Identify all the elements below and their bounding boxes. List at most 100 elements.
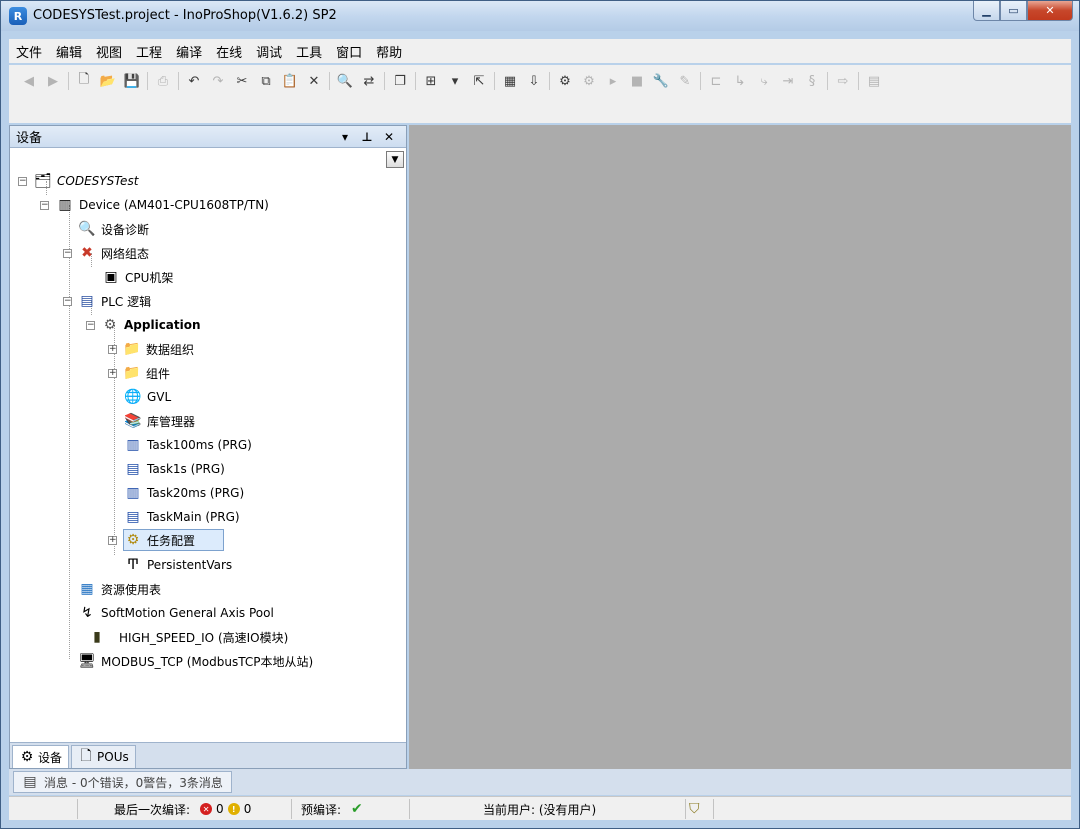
menu-tools[interactable]: 工具: [289, 42, 329, 61]
menu-help[interactable]: 帮助: [369, 42, 409, 61]
minimize-button[interactable]: ▁: [973, 1, 1000, 21]
panel-close-icon[interactable]: ✕: [378, 128, 400, 146]
tree-node-softmotion[interactable]: ↯ SoftMotion General Axis Pool: [78, 602, 274, 624]
messages-tab[interactable]: ▤ 消息 - 0个错误，0警告，3条消息: [13, 771, 232, 793]
last-compile: 最后一次编译: ✕ 0 ! 0: [114, 797, 251, 821]
expand-icon[interactable]: +: [108, 536, 117, 545]
tree-node-cpu-rack[interactable]: ▣ CPU机架: [102, 266, 173, 288]
step-over-icon[interactable]: ↳: [730, 71, 750, 91]
back-icon[interactable]: ◀: [19, 71, 39, 91]
tree-node-task-config[interactable]: + ⚙ 任务配置: [108, 529, 225, 551]
windows-icon[interactable]: ❐: [390, 71, 410, 91]
logout-icon[interactable]: ⚙: [579, 71, 599, 91]
panel-dropdown-icon[interactable]: ▾: [334, 128, 356, 146]
tree-node-plc-logic[interactable]: − ▤ PLC 逻辑: [63, 290, 151, 312]
new-project-icon[interactable]: 🗋: [74, 71, 94, 91]
collapse-icon[interactable]: −: [18, 177, 27, 186]
library-manager-label: 库管理器: [147, 414, 196, 429]
show-next-icon[interactable]: ⇨: [833, 71, 853, 91]
reset-icon[interactable]: 🔧: [651, 71, 671, 91]
menu-view[interactable]: 视图: [89, 42, 129, 61]
toolbar-separator: [178, 72, 179, 90]
maximize-button[interactable]: ▭: [1000, 1, 1027, 21]
paste-icon[interactable]: 📋: [280, 71, 300, 91]
task-config-selected[interactable]: ⚙ 任务配置: [123, 529, 225, 551]
tree-node-task1s[interactable]: ▤ Task1s (PRG): [124, 458, 224, 480]
save-icon[interactable]: 💾: [122, 71, 142, 91]
tree-node-data-org[interactable]: + 📁 数据组织: [108, 338, 194, 360]
collapse-icon[interactable]: −: [63, 249, 72, 258]
login-icon[interactable]: ⚙: [555, 71, 575, 91]
tree-node-persistent-vars[interactable]: Ͳ PersistentVars: [124, 554, 232, 576]
components-label: 组件: [146, 366, 171, 381]
tree-node-components[interactable]: + 📁 组件: [108, 362, 170, 384]
tree-dropdown-icon[interactable]: ▼: [386, 151, 404, 168]
stop-icon[interactable]: ■: [627, 71, 647, 91]
cut-icon[interactable]: ✂: [232, 71, 252, 91]
tree-node-task100ms[interactable]: ▥ Task100ms (PRG): [124, 434, 252, 456]
application-label: Application: [124, 318, 201, 332]
run-to-cursor-icon[interactable]: §: [802, 71, 822, 91]
menu-debug[interactable]: 调试: [249, 42, 289, 61]
dropdown-arrow-icon[interactable]: ▾: [445, 71, 465, 91]
tree-node-taskmain[interactable]: ▤ TaskMain (PRG): [124, 506, 240, 528]
title-bar[interactable]: R CODESYSTest.project - InoProShop(V1.6.…: [1, 1, 1079, 31]
expand-icon[interactable]: +: [108, 369, 117, 378]
delete-icon[interactable]: ✕: [304, 71, 324, 91]
tree-node-high-speed-io[interactable]: ▮ HIGH_SPEED_IO (高速IO模块): [88, 626, 288, 648]
open-folder-icon[interactable]: 📂: [98, 71, 118, 91]
collapse-icon[interactable]: −: [86, 321, 95, 330]
tree-node-device[interactable]: − ▥ Device (AM401-CPU1608TP/TN): [40, 194, 269, 216]
tab-devices[interactable]: ⚙ 设备: [12, 745, 70, 768]
tree-node-diagnosis[interactable]: 🔍 设备诊断: [78, 218, 149, 240]
menu-edit[interactable]: 编辑: [49, 42, 89, 61]
menu-file[interactable]: 文件: [9, 42, 49, 61]
menu-online[interactable]: 在线: [209, 42, 249, 61]
tree-node-task20ms[interactable]: ▥ Task20ms (PRG): [124, 482, 244, 504]
export-icon[interactable]: ⇱: [469, 71, 489, 91]
add-object-icon[interactable]: ⊞: [421, 71, 441, 91]
collapse-icon[interactable]: −: [63, 297, 72, 306]
step-into-icon[interactable]: ⤷: [754, 71, 774, 91]
monitor-icon[interactable]: ▤: [864, 71, 884, 91]
write-icon[interactable]: ✎: [675, 71, 695, 91]
st-program-icon: ▤: [126, 509, 140, 525]
taskmain-label: TaskMain (PRG): [147, 510, 240, 524]
expand-icon[interactable]: +: [108, 345, 117, 354]
collapse-icon[interactable]: −: [40, 201, 49, 210]
toolbar-separator: [68, 72, 69, 90]
forward-icon[interactable]: ▶: [43, 71, 63, 91]
tree-node-resource-table[interactable]: ▦ 资源使用表: [78, 578, 161, 600]
plc-logic-icon: ▤: [80, 293, 94, 309]
tree-node-application[interactable]: − ⚙ Application: [86, 314, 201, 336]
undo-icon[interactable]: ↶: [184, 71, 204, 91]
menu-window[interactable]: 窗口: [329, 42, 369, 61]
breakpoint-icon[interactable]: ⊏: [706, 71, 726, 91]
rebuild-icon[interactable]: ⇩: [524, 71, 544, 91]
device-panel-title: 设备: [16, 131, 43, 146]
print-icon[interactable]: ⎙: [153, 71, 173, 91]
pous-tab-icon: 🗋: [80, 748, 92, 764]
find-icon[interactable]: 🔍: [335, 71, 355, 91]
task100ms-label: Task100ms (PRG): [147, 438, 252, 452]
tree-node-library-manager[interactable]: 📚 库管理器: [124, 410, 195, 432]
cpu-rack-label: CPU机架: [125, 270, 174, 285]
step-out-icon[interactable]: ⇥: [778, 71, 798, 91]
close-button[interactable]: ✕: [1027, 1, 1073, 21]
tree-node-project[interactable]: − 🗂 CODESYSTest: [18, 170, 138, 192]
menu-build[interactable]: 编译: [169, 42, 209, 61]
plc-logic-label: PLC 逻辑: [101, 294, 152, 309]
tree-node-gvl[interactable]: 🌐 GVL: [124, 386, 171, 408]
shield-icon[interactable]: ⛉: [689, 797, 700, 821]
copy-icon[interactable]: ⧉: [256, 71, 276, 91]
tree-node-network[interactable]: − ✖ 网络组态: [63, 242, 149, 264]
tree-node-modbus-tcp[interactable]: 🖥 MODBUS_TCP (ModbusTCP本地从站): [78, 650, 313, 672]
build-icon[interactable]: ▦: [500, 71, 520, 91]
panel-pin-icon[interactable]: ⊥: [356, 128, 378, 146]
menu-project[interactable]: 工程: [129, 42, 169, 61]
replace-icon[interactable]: ⇄: [359, 71, 379, 91]
tab-pous[interactable]: 🗋 POUs: [71, 745, 136, 768]
redo-icon[interactable]: ↷: [208, 71, 228, 91]
high-speed-io-label: HIGH_SPEED_IO (高速IO模块): [119, 630, 289, 645]
run-icon[interactable]: ▸: [603, 71, 623, 91]
